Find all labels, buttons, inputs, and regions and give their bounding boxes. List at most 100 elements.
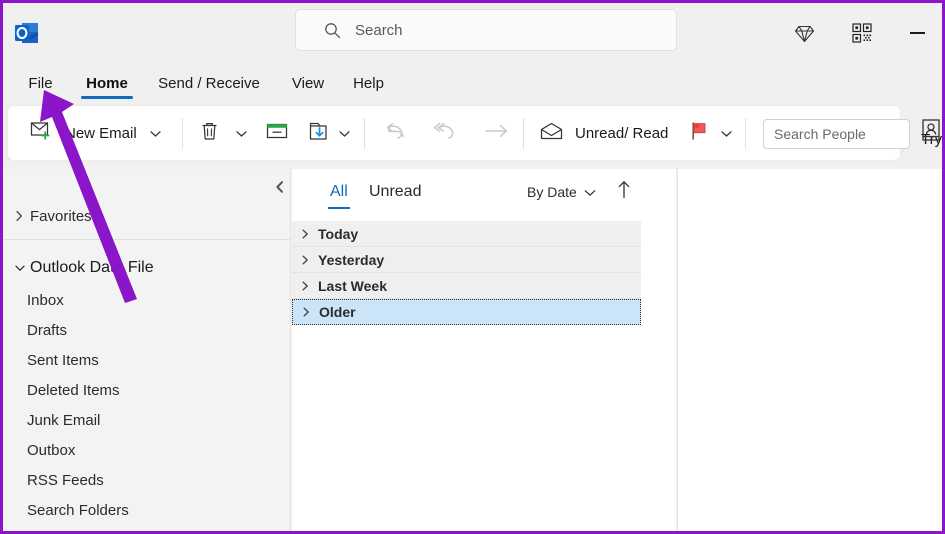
chevron-down-icon[interactable] <box>236 125 247 142</box>
filter-unread-label: Unread <box>369 183 422 200</box>
reading-pane <box>677 169 942 531</box>
message-group-list: Today Yesterday Last Week Older <box>292 221 641 325</box>
tab-file-label: File <box>28 74 53 92</box>
minimize-icon <box>909 32 925 34</box>
tab-home[interactable]: Home <box>81 63 133 103</box>
message-group-yesterday[interactable]: Yesterday <box>292 247 641 273</box>
folder-label: RSS Feeds <box>27 471 104 489</box>
new-email-button[interactable]: New Email <box>30 106 161 160</box>
search-people-input[interactable]: Search People <box>763 119 910 149</box>
message-list-pane: All Unread By Date Today Yesterday Last … <box>292 169 676 531</box>
collapse-sidebar-button[interactable] <box>269 179 289 199</box>
title-bar: Search <box>3 3 942 63</box>
toolbar-separator <box>745 118 746 149</box>
address-book-icon <box>920 118 942 147</box>
redo-button <box>434 106 460 160</box>
chevron-left-icon <box>274 180 285 198</box>
sort-by-dropdown[interactable]: By Date <box>527 184 596 200</box>
sort-by-label: By Date <box>527 184 577 200</box>
sidebar-group-favorites[interactable]: Favorites <box>3 201 290 231</box>
sidebar-item-deleted-items[interactable]: Deleted Items <box>3 375 290 405</box>
chevron-right-icon[interactable] <box>292 228 318 240</box>
sidebar-item-outbox[interactable]: Outbox <box>3 435 290 465</box>
flag-icon <box>690 121 709 145</box>
trash-icon <box>200 121 219 146</box>
address-book-button[interactable] <box>916 116 942 148</box>
flag-button[interactable] <box>690 106 732 160</box>
delete-button[interactable] <box>200 106 247 160</box>
new-mail-icon <box>30 120 54 146</box>
chevron-right-icon[interactable] <box>292 280 318 292</box>
folder-list: Inbox Drafts Sent Items Deleted Items Ju… <box>3 285 290 525</box>
message-group-today[interactable]: Today <box>292 221 641 247</box>
chevron-down-icon[interactable] <box>721 125 732 142</box>
filter-tab-unread[interactable]: Unread <box>369 183 421 201</box>
tab-view-label: View <box>291 74 325 92</box>
qr-code-icon[interactable] <box>846 17 878 49</box>
filter-tab-all[interactable]: All <box>328 183 350 209</box>
favorites-label: Favorites <box>30 207 92 225</box>
search-input[interactable]: Search <box>295 9 677 51</box>
filter-all-label: All <box>330 183 348 200</box>
message-group-older[interactable]: Older <box>292 299 641 325</box>
message-list-header: All Unread By Date <box>292 169 676 221</box>
archive-button[interactable] <box>266 106 288 160</box>
sidebar-item-sent-items[interactable]: Sent Items <box>3 345 290 375</box>
forward-arrow-icon <box>484 123 510 143</box>
tab-file[interactable]: File <box>25 63 56 103</box>
ribbon-tab-row: File Home Send / Receive View Help Try <box>3 63 942 153</box>
move-to-folder-icon <box>308 121 329 146</box>
sidebar-item-inbox[interactable]: Inbox <box>3 285 290 315</box>
move-to-button[interactable] <box>308 106 350 160</box>
sidebar-divider <box>3 239 291 240</box>
filter-underline <box>328 207 350 209</box>
sort-direction-button[interactable] <box>614 181 634 203</box>
arrow-up-icon <box>617 180 631 204</box>
outlook-logo-icon <box>14 20 40 46</box>
minimize-button[interactable] <box>901 17 933 49</box>
folder-label: Drafts <box>27 321 68 339</box>
forward-button <box>484 106 510 160</box>
tab-help-label: Help <box>353 74 384 92</box>
search-people-placeholder: Search People <box>774 126 866 142</box>
chevron-down-icon[interactable] <box>150 125 161 142</box>
undo-button <box>385 106 409 160</box>
tab-home-label: Home <box>86 74 128 92</box>
message-group-last-week[interactable]: Last Week <box>292 273 641 299</box>
folder-sidebar: Favorites Outlook Data File Inbox Drafts… <box>3 169 291 531</box>
folder-label: Inbox <box>27 291 64 309</box>
outlook-data-file-label: Outlook Data File <box>30 259 154 276</box>
tab-view[interactable]: View <box>288 63 328 103</box>
chevron-right-icon[interactable] <box>293 306 319 318</box>
search-icon <box>324 22 341 39</box>
chevron-down-icon[interactable] <box>339 125 350 142</box>
folder-label: Junk Email <box>27 411 101 429</box>
tab-help[interactable]: Help <box>349 63 388 103</box>
unread-read-label: Unread/ Read <box>575 124 669 142</box>
group-label: Older <box>319 304 356 320</box>
search-placeholder: Search <box>355 21 403 39</box>
group-label: Today <box>318 225 359 242</box>
open-envelope-icon <box>540 122 563 145</box>
diamond-icon[interactable] <box>788 17 820 49</box>
toolbar-separator <box>364 118 365 149</box>
unread-read-button[interactable]: Unread/ Read <box>540 106 668 160</box>
chevron-down-icon <box>12 260 28 276</box>
command-toolbar: New Email Unread/ Read Search People <box>7 105 910 161</box>
new-email-label: New Email <box>65 124 137 142</box>
tab-underline <box>81 96 133 99</box>
chevron-right-icon[interactable] <box>292 254 318 266</box>
sidebar-item-search-folders[interactable]: Search Folders <box>3 495 290 525</box>
folder-label: Sent Items <box>27 351 99 369</box>
tab-send-receive[interactable]: Send / Receive <box>151 63 267 103</box>
sidebar-group-outlook-data-file[interactable]: Outlook Data File <box>3 253 290 283</box>
folder-label: Outbox <box>27 441 76 459</box>
group-label: Last Week <box>318 277 387 294</box>
redo-icon <box>434 121 460 145</box>
toolbar-separator <box>523 118 524 149</box>
sidebar-item-junk-email[interactable]: Junk Email <box>3 405 290 435</box>
sidebar-item-drafts[interactable]: Drafts <box>3 315 290 345</box>
chevron-down-icon <box>584 184 596 200</box>
sidebar-item-rss-feeds[interactable]: RSS Feeds <box>3 465 290 495</box>
undo-icon <box>385 121 409 145</box>
